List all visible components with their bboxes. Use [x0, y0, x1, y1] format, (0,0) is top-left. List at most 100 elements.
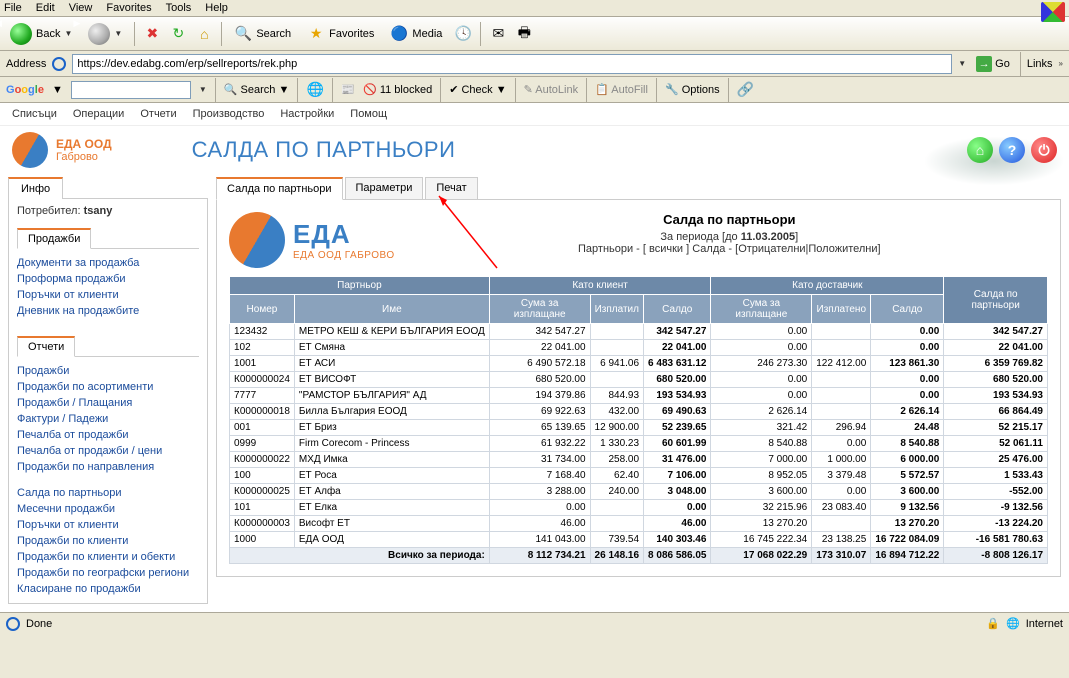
link-report-profit-prices[interactable]: Печалба от продажби / цени [17, 443, 199, 459]
table-row: 101ЕТ Елка0.000.0032 215.9623 083.409 13… [230, 500, 1048, 516]
menu-file[interactable]: File [4, 2, 22, 14]
link-report-directions[interactable]: Продажби по направления [17, 459, 199, 475]
app-menu-operations[interactable]: Операции [73, 108, 124, 120]
link-client-orders2[interactable]: Поръчки от клиенти [17, 517, 199, 533]
link-sales-journal[interactable]: Дневник на продажбите [17, 303, 199, 319]
th-balance: Салда по партньори [944, 277, 1048, 324]
url-input[interactable] [72, 54, 952, 74]
th-client: Като клиент [489, 277, 711, 295]
globe-icon: 🌐 [1006, 617, 1020, 630]
current-user: Потребител: tsany [17, 205, 199, 217]
link-sales-docs[interactable]: Документи за продажба [17, 255, 199, 271]
table-row: 001ЕТ Бриз65 139.6512 900.0052 239.65321… [230, 420, 1048, 436]
history-icon[interactable]: 🕓 [454, 25, 472, 43]
report-logo: ЕДА ЕДА ООД ГАБРОВО [229, 212, 395, 268]
autofill-button[interactable]: 📋 AutoFill [595, 83, 648, 96]
link-report-payments[interactable]: Продажби / Плащания [17, 395, 199, 411]
link-monthly-sales[interactable]: Месечни продажби [17, 501, 199, 517]
status-bar: Done 🔒 🌐 Internet [0, 612, 1069, 634]
browser-toolbar: Back▼ ▼ ✖ ↻ ⌂ 🔍Search ★Favorites 🔵Media … [0, 17, 1069, 51]
link-sales-by-client[interactable]: Продажби по клиенти [17, 533, 199, 549]
link-report-profit[interactable]: Печалба от продажби [17, 427, 199, 443]
sidebar-section-sales[interactable]: Продажби [17, 228, 91, 249]
home-round-button[interactable]: ⌂ [967, 137, 993, 163]
google-earth-icon[interactable]: 🌐 [306, 81, 324, 99]
menu-view[interactable]: View [69, 2, 93, 14]
app-menu-production[interactable]: Производство [193, 108, 265, 120]
company-name: ЕДА ООД [56, 137, 112, 151]
status-text: Done [26, 618, 52, 630]
tab-parameters[interactable]: Параметри [345, 177, 424, 200]
th-cpaid: Изплатил [590, 295, 644, 324]
stop-icon[interactable]: ✖ [143, 25, 161, 43]
link-sales-ranking[interactable]: Класиране по продажби [17, 581, 199, 597]
go-button[interactable]: →Go [972, 55, 1014, 73]
app-menu-lists[interactable]: Списъци [12, 108, 57, 120]
home-icon[interactable]: ⌂ [195, 25, 213, 43]
security-zone: Internet [1026, 618, 1063, 630]
logout-round-button[interactable]: ⏻ [1031, 137, 1057, 163]
spellcheck-button[interactable]: ✔ Check ▼ [449, 83, 506, 96]
menu-help[interactable]: Help [205, 2, 228, 14]
app-menu-help[interactable]: Помощ [350, 108, 387, 120]
link-partner-balances[interactable]: Салда по партньори [17, 485, 199, 501]
table-row: 1000ЕДА ООД141 043.00739.54140 303.4616 … [230, 532, 1048, 548]
th-num: Номер [230, 295, 295, 324]
media-button[interactable]: 🔵Media [386, 23, 446, 45]
table-row: 100ЕТ Роса7 168.4062.407 106.008 952.053… [230, 468, 1048, 484]
th-supplier: Като доставчик [711, 277, 944, 295]
report-filter: Партньори - [ всички ] Салда - [Отрицате… [411, 243, 1048, 255]
table-row: 123432МЕТРО КЕШ & КЕРИ БЪЛГАРИЯ ЕООД342 … [230, 324, 1048, 340]
windows-logo-icon [1041, 2, 1065, 22]
mail-icon[interactable]: ✉ [489, 25, 507, 43]
google-search-button[interactable]: 🔍 Search ▼ [224, 83, 290, 96]
balances-table: Партньор Като клиент Като доставчик Салд… [229, 276, 1048, 564]
link-report-invoices[interactable]: Фактури / Падежи [17, 411, 199, 427]
help-round-button[interactable]: ? [999, 137, 1025, 163]
app-menu-settings[interactable]: Настройки [280, 108, 334, 120]
th-spaid: Изплатено [812, 295, 871, 324]
menu-favorites[interactable]: Favorites [106, 2, 151, 14]
menu-tools[interactable]: Tools [166, 2, 192, 14]
address-label: Address [6, 58, 46, 70]
search-button[interactable]: 🔍Search [230, 23, 295, 45]
links-label[interactable]: Links [1027, 58, 1053, 70]
tab-print[interactable]: Печат [425, 177, 477, 200]
ie-page-icon [52, 57, 66, 71]
link-report-sales[interactable]: Продажби [17, 363, 199, 379]
address-bar: Address ▼ →Go Links » [0, 51, 1069, 77]
menu-edit[interactable]: Edit [36, 2, 55, 14]
print-icon[interactable]: 🖶 [515, 25, 533, 43]
popup-blocked-button[interactable]: 🚫 11 blocked [363, 83, 432, 96]
company-block: ЕДА ООД Габрово [56, 137, 112, 163]
link-proforma[interactable]: Проформа продажби [17, 271, 199, 287]
link-sales-by-region[interactable]: Продажби по географски региони [17, 565, 199, 581]
google-logo[interactable]: Google [6, 84, 44, 96]
google-news-icon[interactable]: 📰 [341, 83, 355, 96]
company-city: Габрово [56, 151, 112, 163]
refresh-icon[interactable]: ↻ [169, 25, 187, 43]
sidebar-tab-info[interactable]: Инфо [8, 177, 63, 199]
sidebar-section-reports[interactable]: Отчети [17, 336, 75, 357]
options-button[interactable]: 🔧 Options [665, 83, 720, 96]
app-menu-reports[interactable]: Отчети [140, 108, 176, 120]
link-client-orders[interactable]: Поръчки от клиенти [17, 287, 199, 303]
table-row: К000000018Билла България ЕООД69 922.6343… [230, 404, 1048, 420]
back-button[interactable]: Back▼ [6, 21, 76, 47]
report-title: Салда по партньори [411, 212, 1048, 227]
table-row: К000000025ЕТ Алфа3 288.00240.003 048.003… [230, 484, 1048, 500]
total-row: Всичко за периода: 8 112 734.21 26 148.1… [230, 548, 1048, 564]
favorites-button[interactable]: ★Favorites [303, 23, 378, 45]
company-logo-icon [12, 132, 48, 168]
google-search-input[interactable] [71, 81, 191, 99]
link-report-assortment[interactable]: Продажби по асортименти [17, 379, 199, 395]
autolink-button[interactable]: ✎ AutoLink [524, 83, 578, 96]
google-extra-icon[interactable]: 🔗 [737, 81, 755, 99]
app-header: ЕДА ООД Габрово САЛДА ПО ПАРТНЬОРИ ⌂ ? ⏻ [0, 126, 1069, 176]
table-row: К000000024ЕТ ВИСОФТ680 520.00680 520.000… [230, 372, 1048, 388]
tab-balances[interactable]: Салда по партньори [216, 177, 343, 200]
forward-button[interactable]: ▼ [84, 21, 126, 47]
th-cbal: Салдо [644, 295, 711, 324]
link-sales-by-object[interactable]: Продажби по клиенти и обекти [17, 549, 199, 565]
report-logo-title: ЕДА [293, 219, 395, 250]
